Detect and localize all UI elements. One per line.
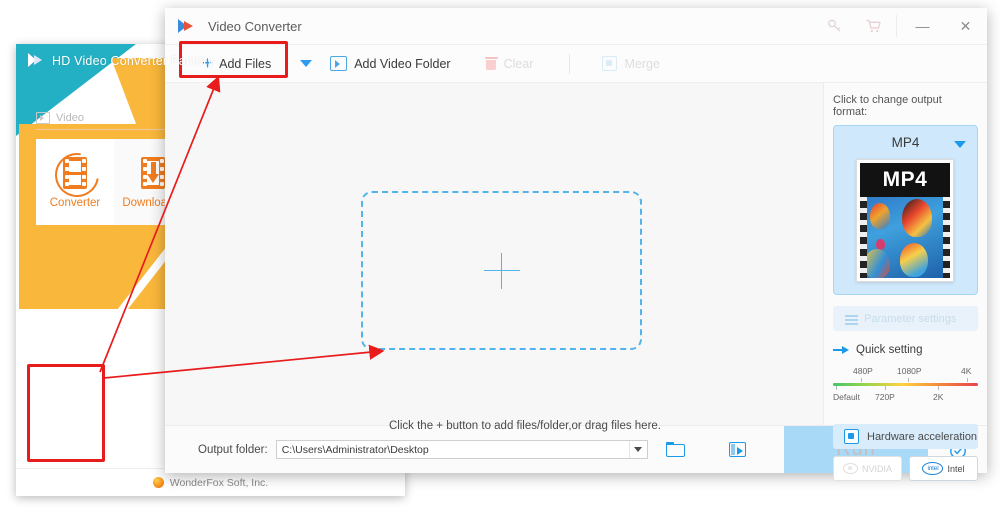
background-window-title: HD Video Converter Factory [28, 52, 214, 69]
quality-bottom-labels: Default 720P 2K [833, 392, 978, 404]
quality-label-4k: 4K [961, 366, 972, 376]
titlebar[interactable]: Video Converter — ✕ [165, 8, 987, 45]
clear-button[interactable]: Clear [484, 56, 534, 71]
drop-zone[interactable] [361, 191, 642, 350]
quick-setting-label: Quick setting [856, 344, 923, 356]
add-files-label: Add Files [219, 56, 272, 71]
intel-logo-icon: intel [922, 462, 944, 475]
quality-label-480p: 480P [853, 366, 873, 376]
hardware-acceleration-toggle[interactable]: Hardware acceleration [833, 424, 978, 449]
gpu-options-row: NVIDIA intel Intel [833, 456, 978, 481]
sidebar-tab-video[interactable]: Video [36, 112, 84, 124]
quick-setting-header[interactable]: Quick setting [833, 344, 978, 356]
background-window-title-text: HD Video Converter Factory [52, 53, 214, 68]
output-settings-panel: Click to change output format: MP4 MP4 P… [823, 83, 987, 481]
drop-hint-text: Click the + button to add files/folder,o… [389, 420, 662, 432]
gpu-nvidia-label: NVIDIA [861, 463, 892, 474]
quality-ticks-bottom [833, 386, 978, 391]
quality-top-labels: 480P 1080P 4K [833, 366, 978, 378]
parameter-settings-button[interactable]: Parameter settings [833, 306, 978, 331]
quality-ticks-top [833, 378, 978, 383]
shopping-cart-icon[interactable] [854, 8, 892, 44]
film-reel-converter-icon [46, 143, 108, 206]
register-key-icon[interactable] [816, 8, 854, 44]
titlebar-divider [896, 15, 897, 37]
format-thumbnail: MP4 [856, 159, 954, 282]
gpu-intel-button[interactable]: intel Intel [909, 456, 978, 481]
chevron-down-icon[interactable] [628, 441, 647, 458]
quality-label-1080p: 1080P [897, 366, 922, 376]
parameter-settings-label: Parameter settings [864, 312, 957, 325]
thumbnail-picture [860, 197, 950, 278]
footer-brand-text: WonderFox Soft, Inc. [169, 476, 269, 489]
output-folder-label: Output folder: [198, 443, 268, 456]
merge-button[interactable]: Merge [602, 56, 660, 71]
window-body: Click the + button to add files/folder,o… [165, 83, 987, 481]
plus-icon[interactable] [483, 252, 520, 289]
quality-label-720p: 720P [875, 392, 895, 402]
video-tab-label: Video [56, 112, 84, 124]
mode-converter[interactable]: Converter [36, 139, 114, 225]
output-format-selector[interactable]: MP4 MP4 [833, 125, 978, 295]
wonderfox-play-logo-icon [28, 52, 45, 69]
gpu-nvidia-button[interactable]: NVIDIA [833, 456, 902, 481]
sliders-icon [845, 313, 858, 324]
video-folder-open-icon[interactable] [728, 442, 746, 457]
chevron-down-icon[interactable] [954, 141, 966, 148]
hardware-acceleration-label: Hardware acceleration [867, 430, 978, 443]
open-folder-icon[interactable] [665, 442, 685, 457]
merge-label: Merge [624, 56, 660, 71]
output-folder-input[interactable]: C:\Users\Administrator\Desktop [275, 440, 648, 459]
quality-label-default: Default [833, 392, 860, 402]
trash-icon [484, 57, 498, 70]
window-title: Video Converter [208, 18, 302, 34]
minimize-button[interactable]: — [901, 8, 944, 44]
format-prompt-label: Click to change output format: [833, 94, 942, 118]
output-folder-value: C:\Users\Administrator\Desktop [281, 443, 429, 456]
video-converter-logo-icon [178, 17, 196, 35]
mode-converter-label: Converter [49, 196, 101, 209]
nvidia-eye-icon [842, 463, 858, 474]
close-button[interactable]: ✕ [944, 8, 987, 44]
toolbar: + Add Files Add Video Folder Clear Merge [165, 45, 987, 83]
add-video-folder-button[interactable]: Add Video Folder [330, 56, 451, 71]
gpu-intel-label: Intel [947, 463, 965, 474]
merge-squares-icon [602, 56, 618, 71]
video-converter-window: Video Converter — ✕ + Add Files Add Vide… [165, 8, 987, 481]
quality-label-2k: 2K [933, 392, 944, 402]
toolbar-divider [569, 53, 571, 74]
arrow-right-icon [833, 346, 850, 354]
add-video-folder-label: Add Video Folder [354, 56, 451, 71]
file-list-area[interactable]: Click the + button to add files/folder,o… [165, 83, 823, 432]
video-tab-icon [36, 112, 50, 124]
video-folder-icon [330, 56, 348, 71]
wonderfox-orb-icon [152, 477, 164, 488]
chevron-down-icon[interactable] [300, 60, 313, 67]
quality-slider[interactable]: 480P 1080P 4K Default 720P 2K [833, 366, 978, 410]
thumbnail-label: MP4 [882, 168, 928, 191]
clear-label: Clear [503, 56, 534, 71]
checkbox-filled-icon [844, 429, 859, 444]
